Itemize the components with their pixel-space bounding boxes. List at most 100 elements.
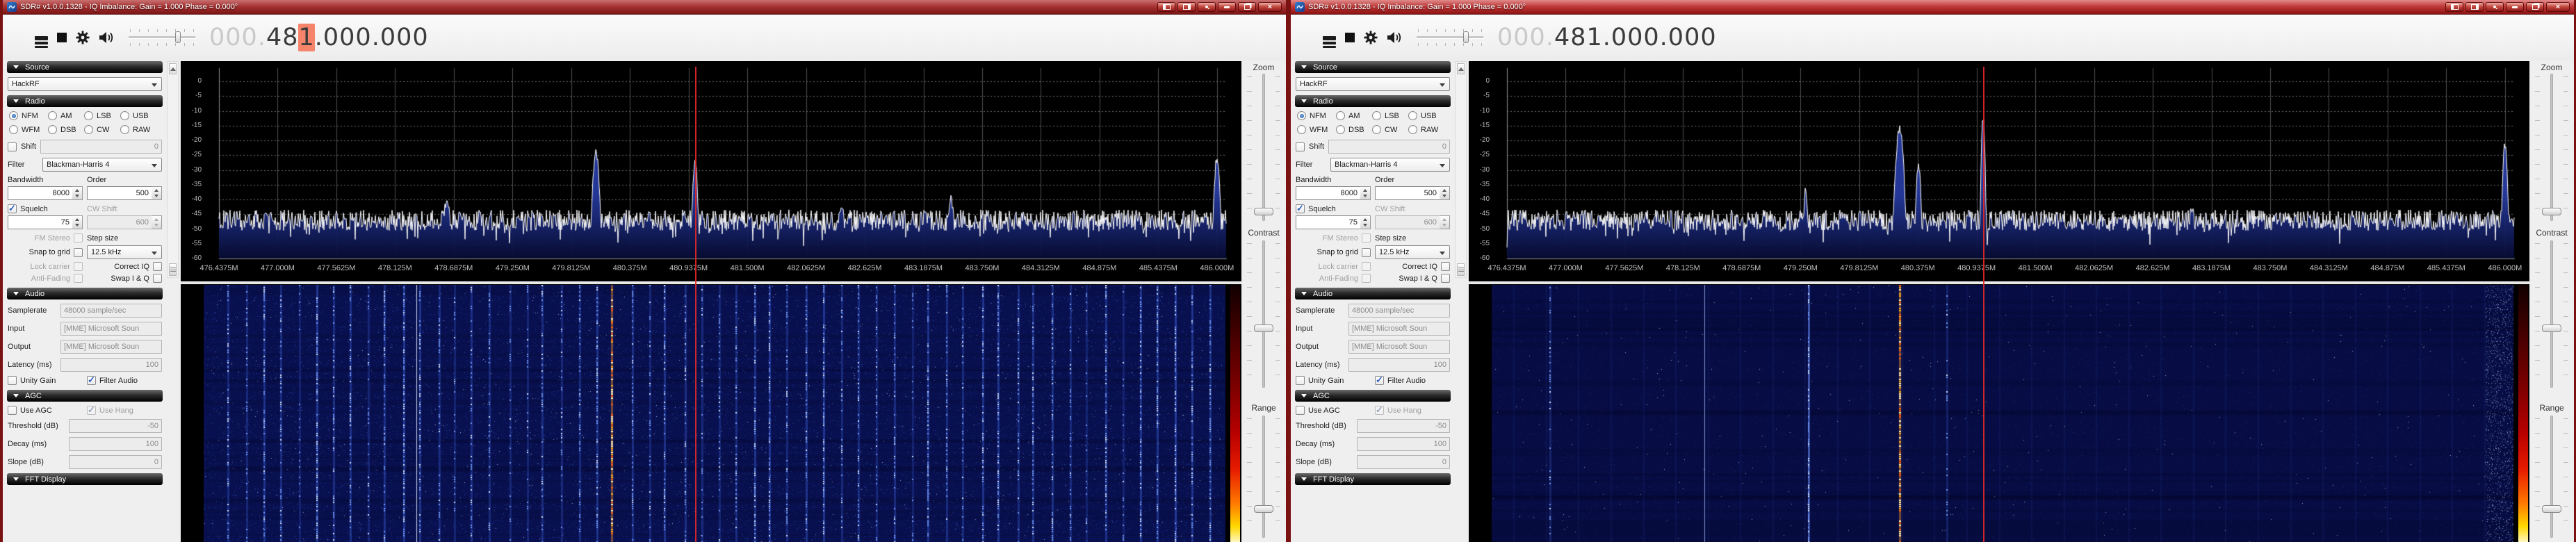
bandwidth-spinner[interactable] — [1360, 186, 1371, 200]
mode-radio-lsb[interactable]: LSB — [84, 111, 120, 120]
range-slider-thumb[interactable] — [2542, 505, 2561, 513]
zoom-slider-thumb[interactable] — [1254, 208, 1273, 215]
radio-panel-header[interactable]: Radio — [1295, 95, 1451, 107]
spectrum-waterfall-splitter[interactable] — [1469, 281, 2532, 284]
filter-audio-checkbox[interactable] — [1375, 376, 1384, 385]
close-button[interactable]: × — [1258, 2, 1282, 12]
frequency-digits-tail[interactable]: .000.000 — [315, 24, 429, 51]
waterfall-canvas[interactable] — [1492, 285, 2513, 542]
contrast-slider[interactable] — [1246, 240, 1282, 388]
volume-slider[interactable] — [129, 29, 195, 46]
order-spinner[interactable] — [152, 186, 162, 200]
restore-button[interactable] — [2526, 2, 2544, 12]
agc-slope-input[interactable]: 0 — [69, 455, 162, 469]
slider-track[interactable] — [1262, 240, 1265, 388]
shift-checkbox[interactable] — [1296, 142, 1305, 151]
bandwidth-input[interactable]: 8000 — [1296, 186, 1361, 200]
unity-gain-checkbox[interactable] — [1296, 376, 1305, 385]
latency-input[interactable]: 100 — [60, 358, 162, 372]
squelch-spinner[interactable] — [72, 215, 83, 229]
volume-slider[interactable] — [1417, 29, 1483, 46]
agc-threshold-input[interactable]: -50 — [1357, 419, 1450, 433]
unity-gain-checkbox[interactable] — [8, 376, 17, 385]
mode-radio-usb[interactable]: USB — [1408, 111, 1447, 120]
mode-radio-raw[interactable]: RAW — [120, 125, 159, 134]
correct-iq-checkbox[interactable] — [153, 262, 162, 271]
audio-input-dropdown[interactable]: [MME] Microsoft Soun — [60, 322, 162, 336]
contrast-slider[interactable] — [2534, 240, 2570, 388]
slider-track[interactable] — [2550, 240, 2553, 388]
agc-threshold-input[interactable]: -50 — [69, 419, 162, 433]
stop-button[interactable] — [57, 33, 67, 42]
frequency-digits-tail[interactable]: .000.000 — [1603, 24, 1717, 51]
squelch-spinner[interactable] — [1360, 215, 1371, 229]
audio-output-dropdown[interactable]: [MME] Microsoft Soun — [1348, 340, 1450, 354]
snap-to-grid-checkbox[interactable] — [74, 248, 83, 257]
window-titlebar[interactable]: SDR# v1.0.0.1328 - IQ Imbalance: Gain = … — [1291, 0, 2574, 15]
source-panel-header[interactable]: Source — [1295, 61, 1451, 73]
mode-radio-nfm[interactable]: NFM — [9, 111, 48, 120]
mode-radio-raw[interactable]: RAW — [1408, 125, 1447, 134]
squelch-input[interactable]: 75 — [8, 215, 73, 229]
dock-right-button[interactable] — [2465, 2, 2484, 12]
use-agc-checkbox[interactable] — [1296, 406, 1305, 415]
menu-button[interactable] — [35, 35, 48, 40]
restore-button[interactable] — [1238, 2, 1256, 12]
slider-track[interactable] — [1262, 74, 1265, 221]
scroll-up-button[interactable] — [169, 63, 177, 74]
tuning-frequency-line[interactable] — [695, 67, 696, 542]
filter-dropdown[interactable]: Blackman-Harris 4 — [1330, 158, 1450, 172]
agc-slope-input[interactable]: 0 — [1357, 455, 1450, 469]
audio-output-dropdown[interactable]: [MME] Microsoft Soun — [60, 340, 162, 354]
mode-radio-wfm[interactable]: WFM — [9, 125, 48, 134]
fft-display-panel-header[interactable]: FFT Display — [7, 473, 163, 485]
radio-panel-header[interactable]: Radio — [7, 95, 163, 107]
audio-panel-header[interactable]: Audio — [1295, 288, 1451, 299]
mode-radio-nfm[interactable]: NFM — [1297, 111, 1336, 120]
audio-mute-button[interactable] — [1387, 31, 1403, 44]
stop-button[interactable] — [1345, 33, 1355, 42]
shift-input[interactable]: 0 — [1328, 140, 1450, 154]
agc-decay-input[interactable]: 100 — [69, 437, 162, 451]
frequency-leading-zeros[interactable]: 000. — [1497, 24, 1554, 51]
swap-iq-checkbox[interactable] — [1441, 274, 1450, 283]
volume-track[interactable] — [129, 36, 195, 39]
zoom-slider-thumb[interactable] — [2542, 208, 2561, 215]
swap-iq-checkbox[interactable] — [153, 274, 162, 283]
snap-to-grid-checkbox[interactable] — [1362, 248, 1371, 257]
mode-radio-dsb[interactable]: DSB — [48, 125, 84, 134]
minimize-button[interactable] — [1218, 2, 1236, 12]
squelch-checkbox[interactable] — [8, 204, 17, 213]
contrast-slider-thumb[interactable] — [2542, 325, 2561, 332]
mode-radio-usb[interactable]: USB — [120, 111, 159, 120]
frequency-display[interactable]: 000.481.000.000 — [209, 24, 429, 51]
squelch-checkbox[interactable] — [1296, 204, 1305, 213]
agc-panel-header[interactable]: AGC — [1295, 390, 1451, 402]
order-input[interactable]: 500 — [1375, 186, 1440, 200]
agc-panel-header[interactable]: AGC — [7, 390, 163, 402]
scroll-up-button[interactable] — [1457, 63, 1465, 74]
dock-left-button[interactable] — [1157, 2, 1175, 12]
correct-iq-checkbox[interactable] — [1441, 262, 1450, 271]
frequency-display[interactable]: 000.481.000.000 — [1497, 24, 1717, 51]
squelch-input[interactable]: 75 — [1296, 215, 1361, 229]
spectrum-scrollbar[interactable] — [1455, 61, 1467, 278]
mode-radio-wfm[interactable]: WFM — [1297, 125, 1336, 134]
filter-dropdown[interactable]: Blackman-Harris 4 — [42, 158, 162, 172]
range-slider-thumb[interactable] — [1254, 505, 1273, 513]
order-spinner[interactable] — [1440, 186, 1450, 200]
fft-spectrum-canvas[interactable] — [1492, 67, 2516, 261]
close-button[interactable]: × — [2546, 2, 2570, 12]
fft-display-panel-header[interactable]: FFT Display — [1295, 473, 1451, 485]
window-titlebar[interactable]: SDR# v1.0.0.1328 - IQ Imbalance: Gain = … — [3, 0, 1286, 15]
waterfall-canvas[interactable] — [204, 285, 1225, 542]
audio-mute-button[interactable] — [99, 31, 115, 44]
shift-checkbox[interactable] — [8, 142, 17, 151]
cw-shift-input[interactable]: 600 — [1375, 215, 1440, 229]
spectrum-waterfall-splitter[interactable] — [181, 281, 1244, 284]
dock-left-button[interactable] — [2445, 2, 2463, 12]
step-size-dropdown[interactable]: 12.5 kHz — [1375, 245, 1450, 259]
source-device-dropdown[interactable]: HackRF — [1296, 77, 1450, 91]
shift-input[interactable]: 0 — [40, 140, 162, 154]
mode-radio-cw[interactable]: CW — [1372, 125, 1408, 134]
